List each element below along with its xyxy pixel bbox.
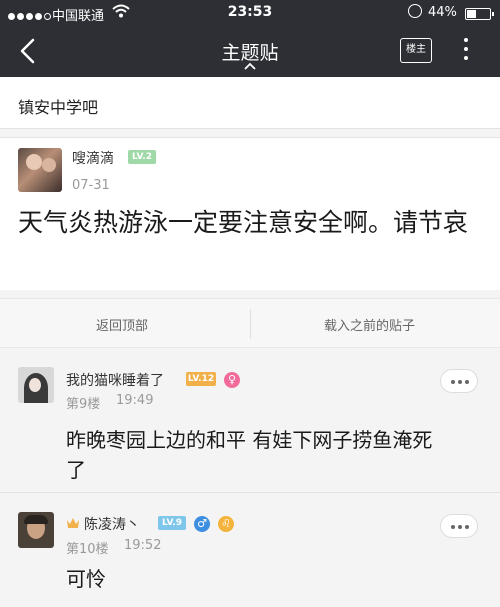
battery-percent: 44% [428,5,457,20]
reply-more-button[interactable] [440,369,478,393]
zodiac-icon: ♌ [218,516,234,532]
vertical-ellipsis-icon[interactable] [462,38,470,64]
battery-icon [465,8,494,20]
post-actions: 返回顶部 载入之前的贴子 [0,298,500,348]
post-date: 07-31 [72,178,110,193]
avatar[interactable] [18,148,62,192]
female-icon: ♀ [224,372,240,388]
main-post: 嗖滴滴 LV.2 07-31 天气炎热游泳一定要注意安全啊。请节哀 [0,137,500,290]
status-time: 23:53 [227,4,273,20]
level-badge: LV.2 [128,150,156,164]
reply-floor: 第9楼 [66,397,101,412]
reply-content-line: 了 [66,458,86,482]
reply-more-button[interactable] [440,514,478,538]
reply-content: 可怜 [66,567,106,591]
reply-item: 陈凌涛丶 LV.9 ♂ ♌ 第10楼 19:52 可怜 [0,496,500,607]
rotation-lock-icon [408,4,422,18]
crown-icon [67,518,79,528]
reply-content-line: 昨晚枣园上边的和平 有娃下网子捞鱼淹死 [66,428,433,452]
reply-floor: 第10楼 [66,542,109,557]
chevron-up-icon[interactable] [244,62,256,70]
load-previous-button[interactable]: 载入之前的贴子 [324,315,415,334]
forum-name[interactable]: 镇安中学吧 [18,94,98,118]
avatar[interactable] [18,512,54,548]
reply-time: 19:52 [124,538,162,553]
back-to-top-button[interactable]: 返回顶部 [96,315,148,334]
reply-author[interactable]: 我的猫咪睡着了 [66,370,164,390]
post-content: 天气炎热游泳一定要注意安全啊。请节哀 [18,208,469,237]
male-icon: ♂ [194,516,210,532]
forum-bar[interactable]: 镇安中学吧 [0,77,500,129]
reply-content: 昨晚枣园上边的和平 有娃下网子捞鱼淹死 了 [66,425,432,485]
reply-author[interactable]: 陈凌涛丶 [84,514,140,534]
avatar[interactable] [18,367,54,403]
top-bar: 中国联通 23:53 44% 主题贴 楼主 [0,0,500,77]
reply-time: 19:49 [116,393,154,408]
reply-item: 我的猫咪睡着了 LV.12 ♀ 第9楼 19:49 昨晚枣园上边的和平 有娃下网… [0,355,500,493]
level-badge: LV.9 [158,516,186,530]
nav-bar: 主题贴 楼主 [0,26,500,77]
level-badge: LV.12 [186,372,216,386]
status-bar: 中国联通 23:53 44% [0,0,500,26]
owner-only-button[interactable]: 楼主 [400,38,432,63]
divider [250,309,251,339]
post-author[interactable]: 嗖滴滴 [72,148,114,168]
